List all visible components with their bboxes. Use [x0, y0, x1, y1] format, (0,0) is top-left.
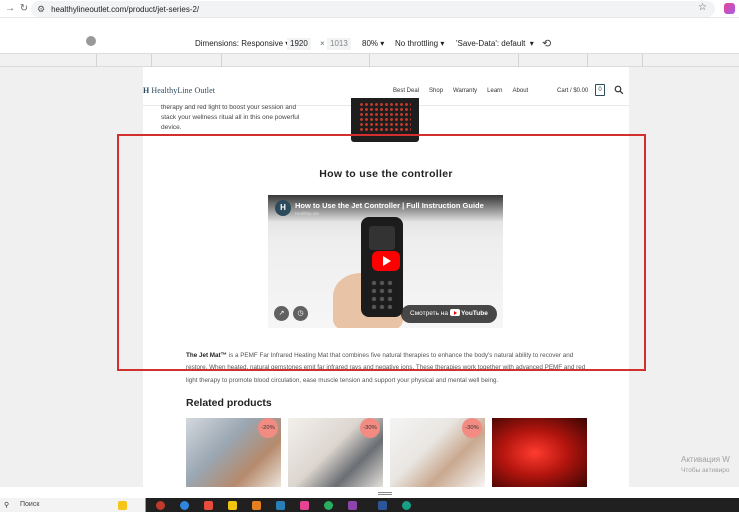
opera-icon[interactable] [156, 501, 165, 510]
related-products-grid: -20% -30% -30% [186, 418, 588, 487]
app-icon[interactable] [276, 501, 285, 510]
nav-warranty[interactable]: Warranty [453, 88, 477, 94]
nav-shop[interactable]: Shop [429, 88, 443, 94]
address-bar[interactable]: ⚙ healthylineoutlet.com/product/jet-seri… [31, 1, 715, 17]
browser-toolbar: → ↻ ⚙ healthylineoutlet.com/product/jet-… [0, 0, 739, 18]
throttling-label: No throttling [395, 39, 439, 48]
url-text: healthylineoutlet.com/product/jet-series… [51, 4, 200, 14]
app-icon[interactable] [300, 501, 309, 510]
zoom-label: 80% [362, 39, 379, 48]
site-info-icon[interactable]: ⚙ [37, 4, 45, 15]
resize-handle[interactable] [378, 492, 392, 495]
app-icon[interactable] [348, 501, 357, 510]
main-nav: Best Deal Shop Warranty Learn About [393, 88, 538, 94]
chrome-icon[interactable] [324, 501, 333, 510]
activation-watermark-title: Активация W [681, 455, 730, 464]
weather-icon[interactable] [118, 501, 127, 510]
taskbar-search-label: Поиск [20, 501, 40, 508]
nav-learn[interactable]: Learn [487, 88, 502, 94]
site-logo[interactable]: H HealthyLine Outlet [143, 86, 215, 95]
related-product-2[interactable]: -30% [288, 418, 383, 487]
app-icon[interactable] [252, 501, 261, 510]
highlight-rectangle [117, 134, 646, 371]
bookmark-star-icon[interactable]: ☆ [698, 2, 707, 13]
height-input[interactable]: 1013 [327, 38, 351, 50]
discount-badge: -30% [360, 418, 380, 438]
reload-icon[interactable]: ↻ [17, 2, 31, 16]
app-icon[interactable] [402, 501, 411, 510]
activation-watermark-subtitle: Чтобы активиро [681, 467, 730, 474]
folder-icon[interactable] [228, 501, 237, 510]
dimensions-label: Dimensions: Responsive [195, 39, 284, 48]
word-icon[interactable] [378, 501, 387, 510]
nav-best-deal[interactable]: Best Deal [393, 88, 419, 94]
width-input[interactable]: 1920 [287, 38, 311, 50]
related-products-title: Related products [186, 397, 272, 409]
zoom-dropdown[interactable]: 80% ▾ [362, 39, 384, 48]
logo-text: HealthyLine Outlet [151, 86, 216, 95]
edge-icon[interactable] [180, 501, 189, 510]
device-dot-icon [86, 36, 96, 46]
rotate-icon[interactable]: ⟲ [542, 37, 551, 50]
dimensions-dropdown[interactable]: Dimensions: Responsive ▾ [195, 39, 289, 48]
cart-link[interactable]: Cart / $0.00 [557, 88, 588, 94]
forward-icon[interactable]: → [3, 2, 17, 16]
app-icon[interactable] [204, 501, 213, 510]
search-icon[interactable] [614, 85, 624, 95]
related-product-1[interactable]: -20% [186, 418, 281, 487]
related-product-4[interactable] [492, 418, 587, 487]
related-product-3[interactable]: -30% [390, 418, 485, 487]
discount-badge: -20% [258, 418, 278, 438]
discount-badge: -30% [462, 418, 482, 438]
cart-count-badge[interactable]: 0 [595, 84, 605, 96]
dimension-separator: × [320, 39, 325, 48]
intro-paragraph: therapy and red light to boost your sess… [161, 104, 300, 131]
nav-about[interactable]: About [513, 88, 529, 94]
search-icon: ⚲ [4, 502, 10, 509]
save-data-dropdown[interactable]: 'Save-Data': default ▾ [456, 39, 534, 48]
windows-taskbar: ⚲ Поиск [0, 498, 739, 512]
device-toolbar: Dimensions: Responsive ▾ 1920 × 1013 80%… [0, 36, 739, 53]
extension-icon[interactable] [724, 3, 735, 14]
media-query-bar [0, 53, 739, 67]
save-data-label: 'Save-Data': default [456, 39, 526, 48]
throttling-dropdown[interactable]: No throttling ▾ [395, 39, 444, 48]
